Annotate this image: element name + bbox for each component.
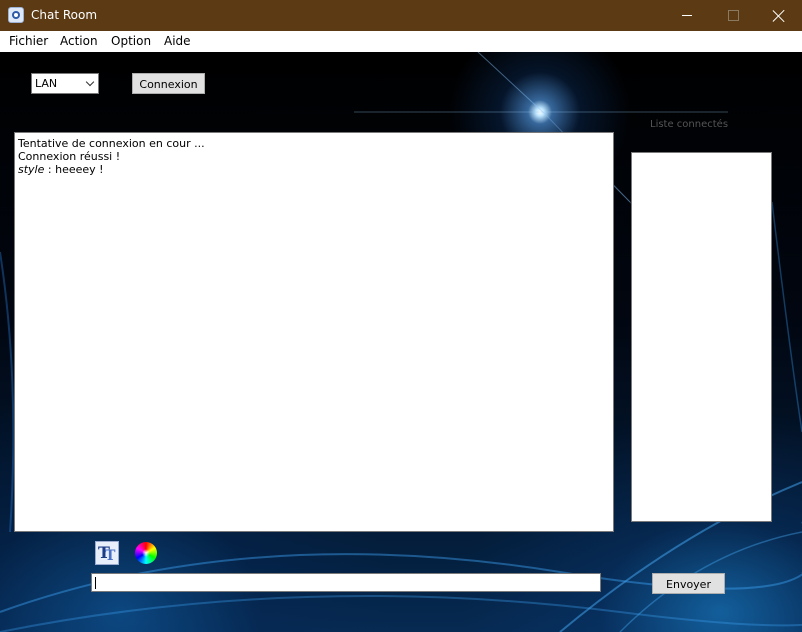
message-separator: : xyxy=(44,163,56,176)
connect-button[interactable]: Connexion xyxy=(132,73,205,94)
minimize-button[interactable] xyxy=(664,0,710,31)
color-wheel-icon[interactable] xyxy=(135,542,157,564)
message-text: heeeey ! xyxy=(55,163,104,176)
maximize-button[interactable] xyxy=(710,0,756,31)
window-title: Chat Room xyxy=(31,8,98,22)
chat-message: Connexion réussi ! xyxy=(18,150,610,163)
network-select-value: LAN xyxy=(35,77,58,90)
chat-window-body: LAN Connexion Liste connectés Tentative … xyxy=(0,52,802,632)
menu-action[interactable]: Action xyxy=(60,34,98,49)
menu-bar: Fichier Action Option Aide xyxy=(0,31,802,52)
chat-message: style : heeeey ! xyxy=(18,163,610,176)
chevron-down-icon xyxy=(85,77,95,87)
message-sender: style xyxy=(18,163,45,176)
menu-fichier[interactable]: Fichier xyxy=(9,34,48,49)
font-style-icon[interactable]: TT xyxy=(95,541,119,565)
minimize-icon xyxy=(682,15,692,16)
chat-log[interactable]: Tentative de connexion en cour ... Conne… xyxy=(14,132,614,532)
maximize-icon xyxy=(727,10,739,21)
message-text: Tentative de connexion en cour ... xyxy=(18,137,205,150)
network-select[interactable]: LAN xyxy=(31,73,99,94)
chat-app-icon[interactable] xyxy=(8,7,24,23)
message-text: Connexion réussi ! xyxy=(18,150,121,163)
menu-option[interactable]: Option xyxy=(111,34,151,49)
chat-message: Tentative de connexion en cour ... xyxy=(18,137,610,150)
title-bar[interactable]: Chat Room xyxy=(0,0,802,31)
close-icon xyxy=(773,10,785,22)
message-input[interactable] xyxy=(91,573,601,592)
close-button[interactable] xyxy=(756,0,802,31)
user-list[interactable] xyxy=(631,152,772,522)
menu-aide[interactable]: Aide xyxy=(164,34,191,49)
user-list-label: Liste connectés xyxy=(650,119,729,130)
text-caret xyxy=(95,577,96,589)
send-button[interactable]: Envoyer xyxy=(652,573,725,594)
